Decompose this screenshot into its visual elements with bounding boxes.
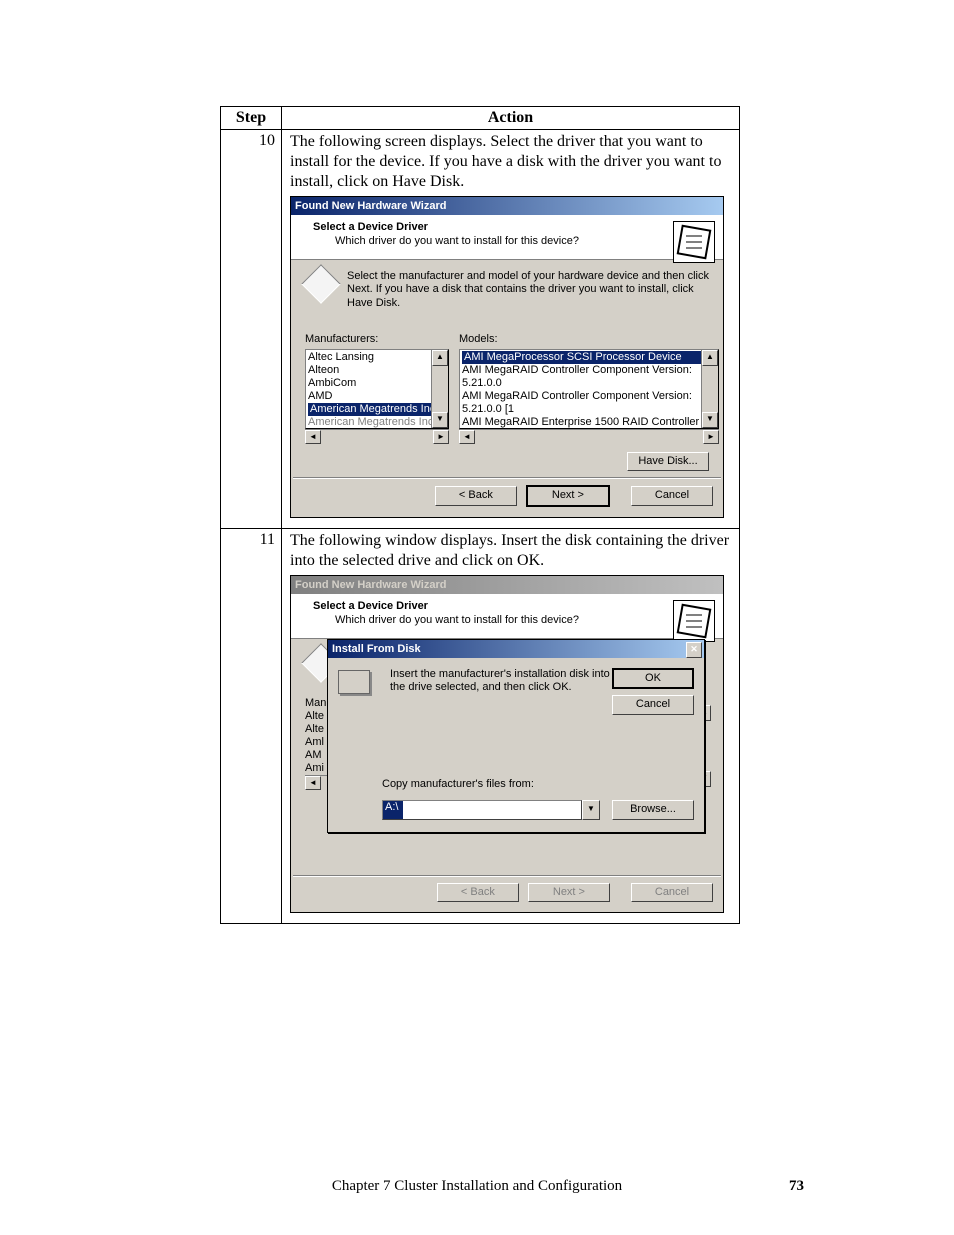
- col-step-header: Step: [221, 107, 282, 130]
- list-item[interactable]: Altec Lansing: [308, 351, 446, 364]
- scroll-left-icon[interactable]: ◄: [305, 430, 321, 444]
- wizard-body: Mani Alte Alte Aml AM Ami ▲ ▼ ◄: [291, 639, 723, 875]
- list-item[interactable]: Alteon: [308, 364, 446, 377]
- scroll-right-icon[interactable]: ►: [433, 430, 449, 444]
- scroll-left-icon[interactable]: ◄: [305, 776, 321, 790]
- scroll-left-icon[interactable]: ◄: [459, 430, 475, 444]
- wizard-titlebar-inactive: Found New Hardware Wizard: [291, 576, 723, 594]
- page-number: 73: [789, 1178, 804, 1195]
- list-item[interactable]: AmbiCom: [308, 377, 446, 390]
- path-input[interactable]: A:\: [382, 800, 582, 820]
- wizard-body: Select the manufacturer and model of you…: [291, 260, 723, 478]
- scrollbar-horizontal[interactable]: ◄: [305, 775, 327, 790]
- action-cell-10: The following screen displays. Select th…: [282, 130, 740, 529]
- scroll-up-icon[interactable]: ▲: [432, 350, 448, 366]
- wizard-header: Select a Device Driver Which driver do y…: [291, 215, 723, 260]
- cancel-button[interactable]: Cancel: [612, 695, 694, 715]
- list-item-selected[interactable]: American Megatrends Inc.: [308, 403, 446, 416]
- col-action-header: Action: [282, 107, 740, 130]
- scroll-down-icon[interactable]: ▼: [702, 412, 718, 428]
- list-item-selected[interactable]: AMI MegaProcessor SCSI Processor Device: [462, 351, 716, 364]
- scrollbar-vertical[interactable]: ▲ ▼: [431, 350, 448, 428]
- cancel-button[interactable]: Cancel: [631, 486, 713, 506]
- models-list[interactable]: AMI MegaProcessor SCSI Processor Device …: [459, 349, 719, 429]
- copy-from-label: Copy manufacturer's files from:: [382, 778, 534, 792]
- install-dialog-titlebar: Install From Disk ✕: [328, 640, 704, 658]
- list-item: Alte: [305, 723, 329, 736]
- list-item: Aml: [305, 736, 329, 749]
- list-item[interactable]: AMI MegaRAID Controller Component Versio…: [462, 390, 716, 416]
- list-item: Ami: [305, 762, 329, 775]
- table-row: 10 The following screen displays. Select…: [221, 130, 740, 529]
- browse-button[interactable]: Browse...: [612, 800, 694, 820]
- scrollbar-horizontal[interactable]: ◄ ►: [305, 429, 449, 444]
- list-item: AM: [305, 749, 329, 762]
- have-disk-button[interactable]: Have Disk...: [627, 452, 709, 472]
- manufacturers-label-cut: Mani: [305, 697, 329, 710]
- wizard-button-row: < Back Next > Cancel: [291, 479, 723, 517]
- models-label: Models:: [459, 333, 719, 347]
- list-item: Alte: [305, 710, 329, 723]
- scrollbar-vertical[interactable]: ▲ ▼: [701, 350, 718, 428]
- next-button-disabled: Next >: [528, 883, 610, 903]
- wizard-header-sub: Which driver do you want to install for …: [313, 235, 715, 249]
- table-row: 11 The following window displays. Insert…: [221, 529, 740, 924]
- scrollbar-horizontal[interactable]: ◄ ►: [459, 429, 719, 444]
- cancel-button-disabled: Cancel: [631, 883, 713, 903]
- manufacturers-list[interactable]: Altec Lansing Alteon AmbiCom AMD America…: [305, 349, 449, 429]
- next-button[interactable]: Next >: [526, 485, 610, 507]
- install-dialog-title: Install From Disk: [332, 643, 421, 655]
- wizard-button-row: < Back Next > Cancel: [291, 877, 723, 913]
- back-button[interactable]: < Back: [435, 486, 517, 506]
- list-item[interactable]: AMI MegaRAID Controller Component Versio…: [462, 364, 716, 390]
- back-button-disabled: < Back: [437, 883, 519, 903]
- wizard-header-sub: Which driver do you want to install for …: [313, 614, 715, 628]
- step-number: 10: [221, 130, 282, 529]
- close-icon[interactable]: ✕: [686, 642, 702, 658]
- wizard-titlebar: Found New Hardware Wizard: [291, 197, 723, 215]
- row10-intro: The following screen displays. Select th…: [290, 132, 731, 192]
- list-item[interactable]: American Megatrends Inc: [308, 416, 446, 429]
- wizard-instruction: Select the manufacturer and model of you…: [347, 270, 709, 311]
- dropdown-icon[interactable]: ▼: [582, 800, 600, 820]
- floppy-icon: [338, 670, 370, 694]
- scroll-right-icon[interactable]: ►: [703, 430, 719, 444]
- hardware-wizard-dialog: Found New Hardware Wizard Select a Devic…: [290, 196, 724, 518]
- install-dialog-body: Insert the manufacturer's installation d…: [328, 658, 704, 832]
- wizard-header-title: Select a Device Driver: [313, 221, 715, 235]
- wizard-header-title: Select a Device Driver: [313, 600, 715, 614]
- wizard-header: Select a Device Driver Which driver do y…: [291, 594, 723, 639]
- device-icon: [673, 600, 715, 642]
- row11-intro: The following window displays. Insert th…: [290, 531, 731, 571]
- list-item[interactable]: AMI MegaRAID Enterprise 1500 RAID Contro…: [462, 416, 716, 429]
- scroll-down-icon[interactable]: ▼: [432, 412, 448, 428]
- list-item[interactable]: AMD: [308, 390, 446, 403]
- diamond-icon: [301, 264, 341, 304]
- scroll-up-icon[interactable]: ▲: [702, 350, 718, 366]
- install-dialog-text: Insert the manufacturer's installation d…: [390, 668, 618, 696]
- manufacturers-label: Manufacturers:: [305, 333, 449, 347]
- hardware-wizard-dialog-inactive: Found New Hardware Wizard Select a Devic…: [290, 575, 724, 913]
- step-number: 11: [221, 529, 282, 924]
- instruction-table: Step Action 10 The following screen disp…: [220, 106, 740, 924]
- ok-button[interactable]: OK: [612, 668, 694, 690]
- page-footer: Chapter 7 Cluster Installation and Confi…: [0, 1178, 954, 1195]
- device-icon: [673, 221, 715, 263]
- action-cell-11: The following window displays. Insert th…: [282, 529, 740, 924]
- obscured-list-fragment: Mani Alte Alte Aml AM Ami: [305, 697, 329, 775]
- install-from-disk-dialog: Install From Disk ✕ Insert the manufactu…: [327, 639, 705, 833]
